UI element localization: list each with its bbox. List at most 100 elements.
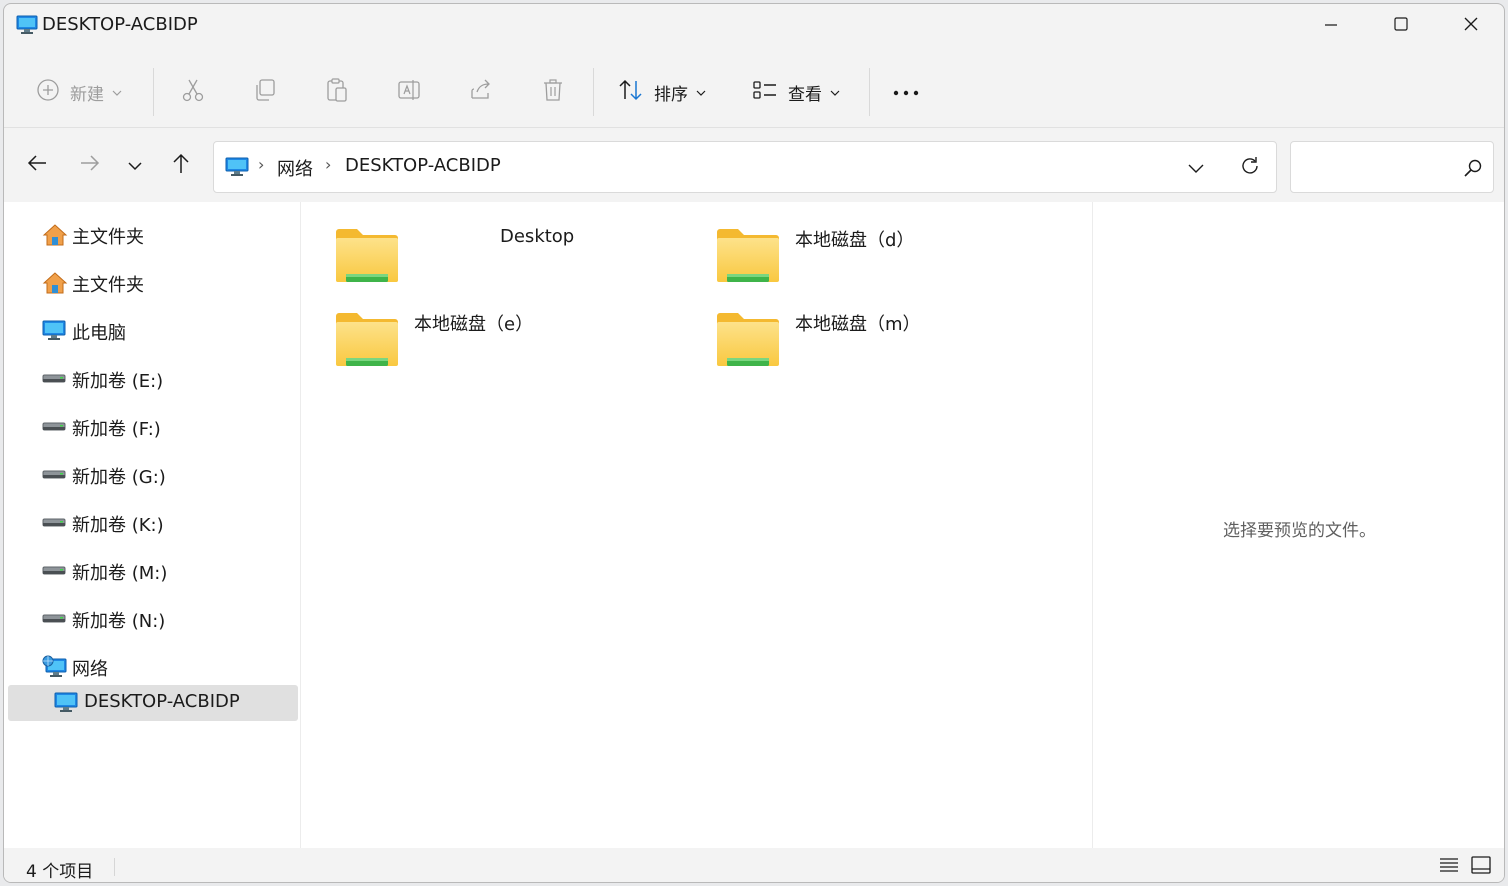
navigation-pane[interactable]: 主文件夹 主文件夹 此电脑 新加卷 (E:) 新加卷 (F:) 新加卷 (G:) bbox=[4, 202, 301, 848]
close-button[interactable] bbox=[1436, 4, 1504, 48]
address-history-button[interactable] bbox=[1182, 154, 1210, 182]
window-title: DESKTOP-ACBIDP bbox=[42, 14, 198, 35]
plus-circle-icon bbox=[36, 78, 60, 107]
file-name: 本地磁盘（d） bbox=[795, 230, 915, 251]
rename-button[interactable] bbox=[396, 74, 422, 110]
file-list[interactable]: Desktop 本地磁盘（d） 本地磁盘（e） 本地磁盘（m） bbox=[302, 202, 1092, 848]
sidebar-item-drive-m[interactable]: 新加卷 (M:) bbox=[8, 553, 298, 589]
content-area: 主文件夹 主文件夹 此电脑 新加卷 (E:) 新加卷 (F:) 新加卷 (G:) bbox=[4, 202, 1504, 848]
list-item-local-disk-d[interactable]: 本地磁盘（d） bbox=[683, 202, 1043, 282]
toolbar-separator bbox=[593, 68, 594, 116]
paste-button[interactable] bbox=[324, 74, 350, 110]
back-button[interactable] bbox=[23, 151, 51, 179]
sidebar-item-label: 新加卷 (G:) bbox=[72, 467, 166, 488]
status-separator bbox=[114, 858, 115, 876]
drive-icon bbox=[42, 463, 68, 487]
chevron-down-icon bbox=[1187, 159, 1205, 178]
drive-icon bbox=[42, 511, 68, 535]
close-icon bbox=[1463, 16, 1479, 36]
new-label: 新建 bbox=[70, 84, 104, 105]
sidebar-item-label: 网络 bbox=[72, 659, 108, 680]
computer-icon bbox=[42, 319, 68, 343]
sidebar-item-label: 主文件夹 bbox=[72, 227, 144, 248]
drive-icon bbox=[42, 559, 68, 583]
large-icons-view-button[interactable] bbox=[1468, 854, 1494, 880]
clipboard-icon bbox=[324, 77, 350, 108]
share-button[interactable] bbox=[468, 74, 494, 110]
drive-icon bbox=[42, 367, 68, 391]
forward-button[interactable] bbox=[76, 151, 104, 179]
command-bar: 新建 排序 查看 bbox=[4, 52, 1504, 128]
sidebar-item-label: DESKTOP-ACBIDP bbox=[84, 691, 240, 712]
new-button[interactable]: 新建 bbox=[36, 74, 122, 110]
shared-folder-icon bbox=[334, 226, 400, 290]
sidebar-item-label: 新加卷 (N:) bbox=[72, 611, 166, 632]
sort-button[interactable]: 排序 bbox=[618, 74, 706, 110]
sidebar-item-drive-g[interactable]: 新加卷 (G:) bbox=[8, 457, 298, 493]
sort-label: 排序 bbox=[654, 84, 688, 105]
chevron-down-icon bbox=[128, 156, 142, 175]
list-item-desktop[interactable]: Desktop bbox=[302, 202, 662, 282]
title-bar[interactable]: DESKTOP-ACBIDP bbox=[4, 4, 1504, 48]
copy-icon bbox=[252, 77, 278, 108]
shared-folder-icon bbox=[715, 310, 781, 374]
file-name: 本地磁盘（m） bbox=[795, 314, 921, 335]
sidebar-item-label: 主文件夹 bbox=[72, 275, 144, 296]
sidebar-item-home[interactable]: 主文件夹 bbox=[8, 217, 298, 253]
sidebar-item-desktop-acbidp[interactable]: DESKTOP-ACBIDP bbox=[8, 685, 298, 721]
details-view-icon bbox=[1439, 856, 1459, 878]
sidebar-item-label: 新加卷 (M:) bbox=[72, 563, 168, 584]
file-name: 本地磁盘（e） bbox=[414, 314, 534, 335]
chevron-down-icon bbox=[112, 82, 122, 102]
sidebar-item-label: 新加卷 (K:) bbox=[72, 515, 164, 536]
maximize-button[interactable] bbox=[1366, 4, 1436, 48]
refresh-icon bbox=[1239, 155, 1261, 181]
details-view-button[interactable] bbox=[1436, 854, 1462, 880]
computer-icon bbox=[54, 691, 80, 715]
sidebar-item-network[interactable]: 网络 bbox=[8, 649, 298, 685]
preview-empty-message: 选择要预览的文件。 bbox=[1223, 521, 1376, 541]
computer-icon bbox=[225, 157, 249, 181]
sidebar-item-home-2[interactable]: 主文件夹 bbox=[8, 265, 298, 301]
sidebar-item-label: 此电脑 bbox=[72, 323, 126, 344]
home-icon bbox=[42, 271, 68, 295]
copy-button[interactable] bbox=[252, 74, 278, 110]
sidebar-item-drive-f[interactable]: 新加卷 (F:) bbox=[8, 409, 298, 445]
recent-locations-button[interactable] bbox=[121, 151, 149, 179]
preview-pane: 选择要预览的文件。 bbox=[1092, 202, 1504, 848]
up-button[interactable] bbox=[167, 151, 195, 179]
sidebar-item-this-pc[interactable]: 此电脑 bbox=[8, 313, 298, 349]
sidebar-item-drive-e[interactable]: 新加卷 (E:) bbox=[8, 361, 298, 397]
more-options-button[interactable] bbox=[892, 74, 920, 110]
view-button[interactable]: 查看 bbox=[752, 74, 840, 110]
sort-icon bbox=[618, 78, 644, 107]
search-icon bbox=[1463, 158, 1483, 182]
sidebar-item-drive-k[interactable]: 新加卷 (K:) bbox=[8, 505, 298, 541]
shared-folder-icon bbox=[334, 310, 400, 374]
arrow-up-icon bbox=[171, 152, 191, 178]
tiles-view-icon bbox=[1471, 856, 1491, 878]
address-bar[interactable]: › 网络 › DESKTOP-ACBIDP bbox=[213, 141, 1277, 193]
share-icon bbox=[468, 77, 494, 108]
minimize-button[interactable] bbox=[1296, 4, 1366, 48]
trash-icon bbox=[540, 77, 566, 108]
delete-button[interactable] bbox=[540, 74, 566, 110]
maximize-icon bbox=[1393, 16, 1409, 36]
list-item-local-disk-m[interactable]: 本地磁盘（m） bbox=[683, 286, 1043, 366]
refresh-button[interactable] bbox=[1236, 154, 1264, 182]
arrow-left-icon bbox=[26, 153, 48, 177]
drive-icon bbox=[42, 607, 68, 631]
cut-button[interactable] bbox=[180, 74, 206, 110]
breadcrumb-network[interactable]: 网络 bbox=[277, 155, 313, 181]
computer-icon bbox=[16, 15, 38, 39]
breadcrumb-desktop-acbidp[interactable]: DESKTOP-ACBIDP bbox=[345, 155, 501, 176]
search-box[interactable] bbox=[1290, 141, 1494, 193]
chevron-down-icon bbox=[830, 82, 840, 102]
navigation-bar: › 网络 › DESKTOP-ACBIDP bbox=[4, 129, 1504, 201]
minimize-icon bbox=[1324, 17, 1338, 36]
chevron-right-icon: › bbox=[325, 155, 332, 174]
home-icon bbox=[42, 223, 68, 247]
sidebar-item-label: 新加卷 (F:) bbox=[72, 419, 161, 440]
list-item-local-disk-e[interactable]: 本地磁盘（e） bbox=[302, 286, 662, 366]
sidebar-item-drive-n[interactable]: 新加卷 (N:) bbox=[8, 601, 298, 637]
